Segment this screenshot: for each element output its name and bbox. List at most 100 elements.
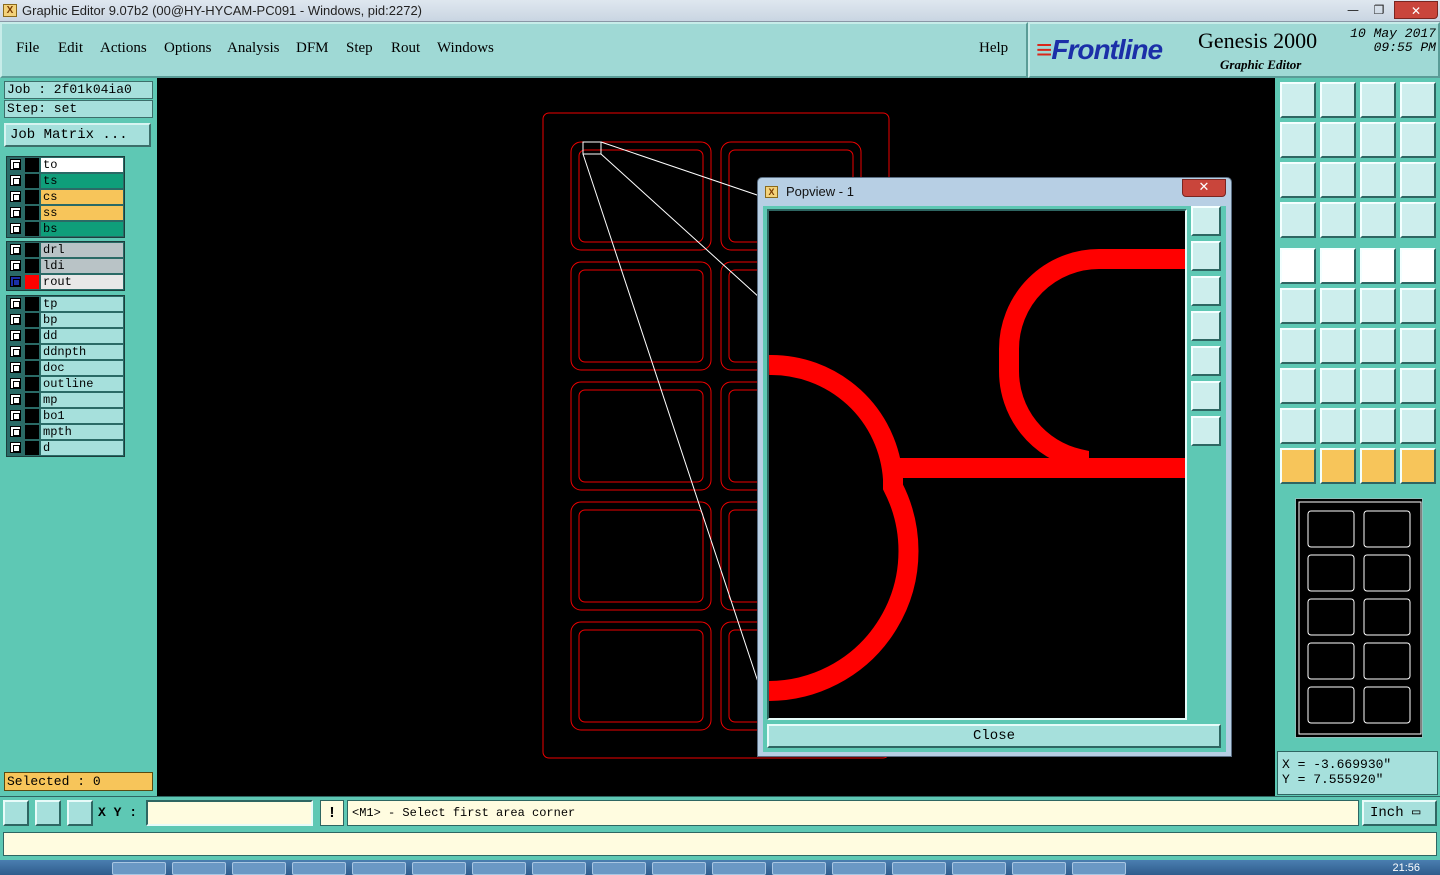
split-view-icon[interactable] xyxy=(1400,82,1436,118)
layer-checkbox[interactable] xyxy=(10,378,21,389)
zoom-area-icon[interactable] xyxy=(3,800,29,826)
layer-row-tp[interactable]: tp xyxy=(7,296,124,312)
layer-row-cs[interactable]: cs xyxy=(7,189,124,205)
popview-pan-left-icon[interactable] xyxy=(1191,311,1221,341)
job-matrix-button[interactable]: Job Matrix ... xyxy=(4,123,151,147)
taskbar-item[interactable] xyxy=(652,862,706,875)
layer-name[interactable]: to xyxy=(41,158,123,172)
layer-name[interactable]: bp xyxy=(41,313,123,327)
pan-left-icon[interactable] xyxy=(1280,122,1316,158)
layer-color-swatch[interactable] xyxy=(25,158,39,172)
menu-step[interactable]: Step xyxy=(346,40,373,57)
taskbar-item[interactable] xyxy=(472,862,526,875)
popview-canvas[interactable] xyxy=(767,209,1187,720)
layer-row-ss[interactable]: ss xyxy=(7,205,124,221)
mirror-icon[interactable] xyxy=(1400,328,1436,364)
layer-color-swatch[interactable] xyxy=(25,361,39,375)
connect-icon[interactable] xyxy=(1280,288,1316,324)
taskbar-item[interactable] xyxy=(712,862,766,875)
close-window-button[interactable]: ✕ xyxy=(1394,1,1438,19)
layer-row-bo1[interactable]: bo1 xyxy=(7,408,124,424)
layer-row-mp[interactable]: mp xyxy=(7,392,124,408)
ruler-icon[interactable] xyxy=(1360,248,1396,284)
layer-name[interactable]: bs xyxy=(41,222,123,236)
layer-color-swatch[interactable] xyxy=(25,393,39,407)
taskbar-item[interactable] xyxy=(892,862,946,875)
popview-fit-icon[interactable] xyxy=(1191,381,1221,411)
layers-a-icon[interactable] xyxy=(1360,202,1396,238)
layer-name[interactable]: ldi xyxy=(41,259,123,273)
help-icon[interactable] xyxy=(1400,162,1436,198)
triangle-up-icon[interactable] xyxy=(1320,408,1356,444)
layer-color-swatch[interactable] xyxy=(25,409,39,423)
layer-checkbox[interactable] xyxy=(10,298,21,309)
layer-row-ldi[interactable]: ldi xyxy=(7,258,124,274)
move-point-icon[interactable] xyxy=(1400,288,1436,324)
rotate-icon[interactable] xyxy=(1360,328,1396,364)
zoom-fit-icon[interactable] xyxy=(1320,162,1356,198)
unit-selector[interactable]: Inch ▭ xyxy=(1362,800,1437,826)
layer-row-ts[interactable]: ts xyxy=(7,173,124,189)
layer-row-drl[interactable]: drl xyxy=(7,242,124,258)
layer-name[interactable]: outline xyxy=(41,377,123,391)
popview-close-button[interactable]: Close xyxy=(767,724,1221,748)
menu-options[interactable]: Options xyxy=(164,40,212,57)
layer-checkbox[interactable] xyxy=(10,394,21,405)
pad-icon[interactable] xyxy=(1400,248,1436,284)
layer-name[interactable]: bo1 xyxy=(41,409,123,423)
array-icon[interactable] xyxy=(1400,368,1436,404)
taskbar-item[interactable] xyxy=(112,862,166,875)
layer-color-swatch[interactable] xyxy=(25,441,39,455)
menu-analysis[interactable]: Analysis xyxy=(227,40,280,57)
layer-color-swatch[interactable] xyxy=(25,275,39,289)
layer-row-outline[interactable]: outline xyxy=(7,376,124,392)
minimize-button[interactable]: — xyxy=(1340,1,1366,19)
layers-b-icon[interactable] xyxy=(1400,202,1436,238)
popview-zoom-out-icon[interactable] xyxy=(1191,416,1221,446)
layer-name[interactable]: doc xyxy=(41,361,123,375)
taskbar-item[interactable] xyxy=(1012,862,1066,875)
layer-row-bp[interactable]: bp xyxy=(7,312,124,328)
layer-name[interactable]: rout xyxy=(41,275,123,289)
layer-row-rout[interactable]: rout xyxy=(7,274,124,290)
layer-row-d[interactable]: d xyxy=(7,440,124,456)
taskbar-item[interactable] xyxy=(952,862,1006,875)
menu-rout[interactable]: Rout xyxy=(391,40,420,57)
snap-icon[interactable] xyxy=(1280,248,1316,284)
taskbar-item[interactable] xyxy=(232,862,286,875)
move-select-icon[interactable] xyxy=(1280,368,1316,404)
layer-row-doc[interactable]: doc xyxy=(7,360,124,376)
popview-zoom-icon[interactable] xyxy=(1191,206,1221,236)
select-path-icon[interactable] xyxy=(1400,448,1436,484)
xy-input[interactable] xyxy=(146,800,313,826)
select-icon[interactable] xyxy=(1280,448,1316,484)
popview-pan-down-icon[interactable] xyxy=(1191,276,1221,306)
layer-checkbox[interactable] xyxy=(10,159,21,170)
cross-icon[interactable] xyxy=(1320,288,1356,324)
grid-snap-icon[interactable] xyxy=(67,800,93,826)
popview-pan-right-icon[interactable] xyxy=(1191,346,1221,376)
layer-row-mpth[interactable]: mpth xyxy=(7,424,124,440)
layer-color-swatch[interactable] xyxy=(25,377,39,391)
layer-checkbox[interactable] xyxy=(10,223,21,234)
settings-icon[interactable] xyxy=(1280,202,1316,238)
layer-row-dd[interactable]: dd xyxy=(7,328,124,344)
layer-checkbox[interactable] xyxy=(10,330,21,341)
layer-color-swatch[interactable] xyxy=(25,206,39,220)
layer-name[interactable]: d xyxy=(41,441,123,455)
add-point-icon[interactable] xyxy=(1360,288,1396,324)
layer-color-swatch[interactable] xyxy=(25,222,39,236)
layer-checkbox[interactable] xyxy=(10,276,21,287)
taskbar-item[interactable] xyxy=(832,862,886,875)
layer-checkbox[interactable] xyxy=(10,207,21,218)
layer-checkbox[interactable] xyxy=(10,191,21,202)
home-icon[interactable] xyxy=(1360,82,1396,118)
layer-color-swatch[interactable] xyxy=(25,190,39,204)
layer-name[interactable]: cs xyxy=(41,190,123,204)
step-down-icon[interactable] xyxy=(1320,82,1356,118)
layer-color-swatch[interactable] xyxy=(25,345,39,359)
layer-checkbox[interactable] xyxy=(10,244,21,255)
swap-icon[interactable] xyxy=(1360,122,1396,158)
line-tool-icon[interactable] xyxy=(1320,328,1356,364)
layer-color-swatch[interactable] xyxy=(25,174,39,188)
